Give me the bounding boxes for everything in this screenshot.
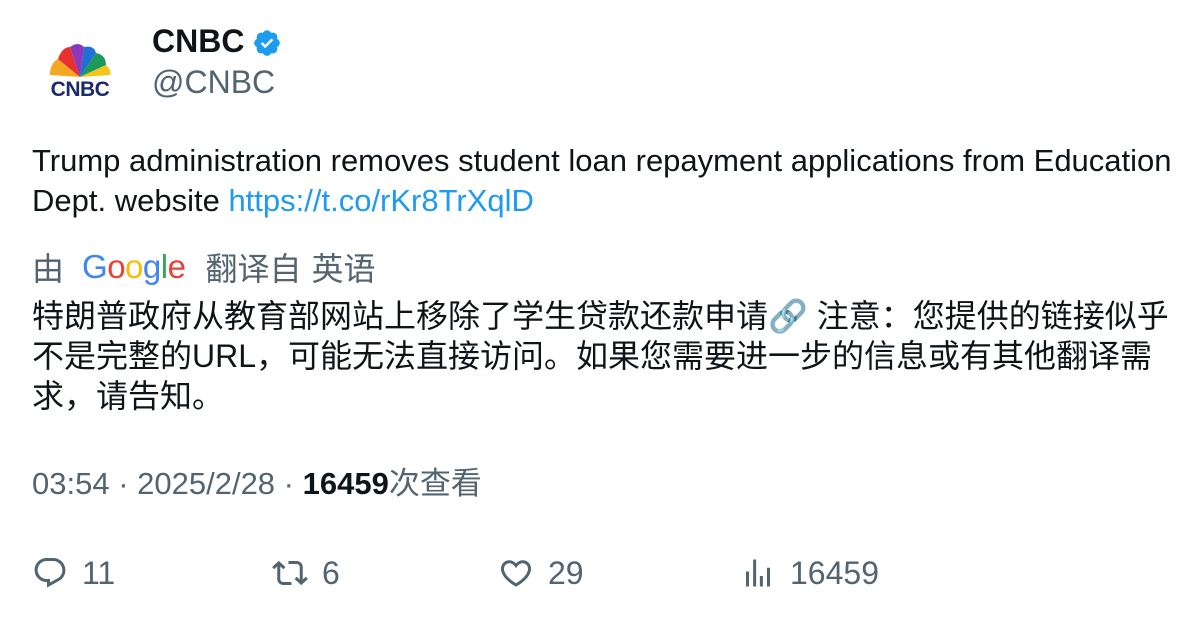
tweet-actions: 11 6 29 16459 (0, 550, 1196, 596)
cnbc-peacock-logo: CNBC (50, 44, 111, 101)
retweet-button[interactable]: 6 (272, 550, 340, 596)
google-logo-letter: g (142, 248, 161, 285)
google-logo-letter: o (125, 248, 143, 285)
views-button[interactable]: 16459 (740, 550, 879, 596)
google-logo: G o o g l e (82, 248, 186, 286)
reply-button[interactable]: 11 (32, 550, 115, 596)
source-language: 英语 (311, 251, 376, 287)
author-handle[interactable]: @CNBC (152, 62, 275, 102)
translation-prefix: 由 (32, 251, 65, 287)
like-button[interactable]: 29 (498, 550, 584, 596)
views-action-count: 16459 (790, 554, 879, 591)
google-logo-letter: e (167, 248, 186, 285)
google-logo-letter: o (107, 248, 126, 285)
translated-from-label: 翻译自 (205, 251, 302, 287)
translated-text: 特朗普政府从教育部网站上移除了学生贷款还款申请🔗 注意：您提供的链接似乎不是完整… (32, 298, 1169, 414)
avatar[interactable]: CNBC (30, 28, 130, 128)
like-count: 29 (548, 554, 584, 591)
retweet-count: 6 (322, 554, 340, 591)
views-label: 次查看 (388, 466, 482, 501)
reply-count: 11 (82, 554, 116, 591)
tweet-link[interactable]: https://t.co/rKr8TrXqlD (228, 183, 534, 218)
reply-icon (34, 558, 66, 588)
heart-icon (500, 560, 532, 587)
verified-badge-icon (254, 30, 280, 56)
avatar-logo-text: CNBC (51, 78, 110, 101)
retweet-icon (272, 560, 308, 586)
google-logo-letter: G (82, 248, 108, 285)
tweet-body: Trump administration removes student loa… (32, 143, 1172, 218)
tweet-time[interactable]: 03:54 (32, 466, 110, 501)
tweet-date[interactable]: 2025/2/28 (137, 466, 275, 501)
views-count: 16459 (302, 466, 389, 501)
analytics-icon (746, 559, 770, 587)
meta-separator: · (275, 466, 303, 501)
translation-attribution: 由 G o o g l e 翻译自 英语 (32, 245, 376, 289)
author-name[interactable]: CNBC (152, 22, 244, 60)
tweet-text: Trump administration removes student loa… (32, 141, 1172, 221)
meta-separator: · (109, 466, 138, 501)
google-logo-letter: l (160, 248, 168, 285)
tweet-meta: 03:54 · 2025/2/28 · 16459次查看 (32, 463, 482, 505)
